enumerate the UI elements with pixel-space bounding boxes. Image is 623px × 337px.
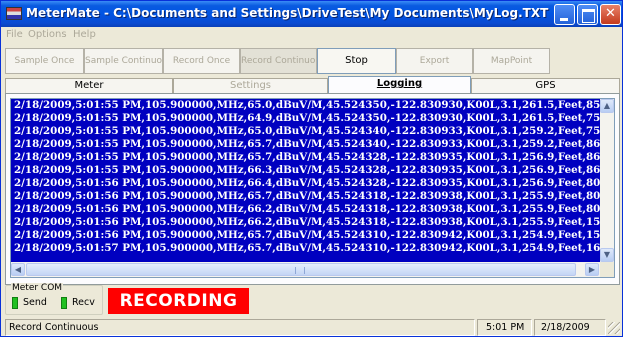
scroll-down-icon[interactable]: ▼ bbox=[600, 248, 614, 262]
status-date: 2/18/2009 bbox=[534, 319, 606, 336]
tab-settings[interactable]: Settings bbox=[173, 78, 328, 94]
record-continuous-button[interactable]: Record Continuous bbox=[240, 48, 317, 74]
log-line: 2/18/2009,5:01:56 PM,105.900000,MHz,66.2… bbox=[14, 216, 600, 228]
maximize-button[interactable] bbox=[577, 4, 598, 25]
log-line: 2/18/2009,5:01:56 PM,105.900000,MHz,66.2… bbox=[14, 203, 600, 215]
log-text-area[interactable]: 2/18/2009,5:01:55 PM,105.900000,MHz,65.0… bbox=[11, 99, 600, 262]
log-line: 2/18/2009,5:01:56 PM,105.900000,MHz,65.7… bbox=[14, 190, 600, 202]
status-bar: Record Continuous 5:01 PM 2/18/2009 bbox=[1, 317, 622, 336]
horizontal-scroll-thumb[interactable] bbox=[26, 263, 576, 276]
log-line: 2/18/2009,5:01:56 PM,105.900000,MHz,66.4… bbox=[14, 177, 600, 189]
recording-indicator: RECORDING bbox=[108, 288, 249, 314]
menu-bar: File Options Help bbox=[1, 27, 622, 44]
status-mode: Record Continuous bbox=[5, 319, 475, 336]
log-line: 2/18/2009,5:01:55 PM,105.900000,MHz,65.0… bbox=[14, 125, 600, 137]
status-time: 5:01 PM bbox=[477, 319, 532, 336]
log-line: 2/18/2009,5:01:55 PM,105.900000,MHz,65.7… bbox=[14, 151, 600, 163]
tab-gps[interactable]: GPS bbox=[471, 78, 620, 94]
menu-help[interactable]: Help bbox=[73, 29, 96, 40]
send-label: Send bbox=[23, 297, 47, 308]
grip-icon bbox=[295, 267, 305, 274]
window-title: MeterMate - C:\Documents and Settings\Dr… bbox=[26, 6, 549, 20]
sample-continuous-button[interactable]: Sample Continuous bbox=[84, 48, 163, 74]
scroll-corner bbox=[600, 262, 614, 277]
title-bar[interactable]: MeterMate - C:\Documents and Settings\Dr… bbox=[1, 1, 622, 27]
scroll-left-icon[interactable]: ◀ bbox=[11, 263, 25, 276]
close-button[interactable]: ✕ bbox=[600, 4, 621, 25]
scroll-up-icon[interactable]: ▲ bbox=[600, 99, 614, 113]
tab-strip: Meter Settings Logging GPS bbox=[5, 76, 620, 95]
sample-once-button[interactable]: Sample Once bbox=[5, 48, 84, 74]
toolbar: Sample Once Sample Continuous Record Onc… bbox=[1, 48, 622, 74]
meter-com-legend: Meter COM bbox=[11, 283, 64, 293]
log-line: 2/18/2009,5:01:57 PM,105.900000,MHz,65.7… bbox=[14, 242, 600, 254]
menu-options[interactable]: Options bbox=[28, 29, 67, 40]
log-textbox[interactable]: 2/18/2009,5:01:55 PM,105.900000,MHz,65.0… bbox=[10, 98, 615, 278]
logging-panel: 2/18/2009,5:01:55 PM,105.900000,MHz,65.0… bbox=[5, 93, 620, 285]
scroll-right-icon[interactable]: ▶ bbox=[585, 263, 599, 276]
log-line: 2/18/2009,5:01:55 PM,105.900000,MHz,65.7… bbox=[14, 138, 600, 150]
vertical-scrollbar[interactable]: ▲ ▼ bbox=[600, 99, 614, 262]
tab-meter[interactable]: Meter bbox=[5, 78, 173, 94]
stop-button[interactable]: Stop bbox=[317, 48, 396, 74]
minimize-button[interactable] bbox=[554, 4, 575, 25]
send-led-icon bbox=[12, 297, 18, 309]
log-line: 2/18/2009,5:01:55 PM,105.900000,MHz,65.0… bbox=[14, 99, 600, 111]
resize-grip-icon[interactable] bbox=[608, 322, 620, 334]
log-line: 2/18/2009,5:01:56 PM,105.900000,MHz,65.7… bbox=[14, 229, 600, 241]
recv-label: Recv bbox=[72, 297, 95, 308]
record-once-button[interactable]: Record Once bbox=[163, 48, 240, 74]
app-window: MeterMate - C:\Documents and Settings\Dr… bbox=[0, 0, 623, 337]
app-icon[interactable] bbox=[6, 7, 22, 20]
menu-file[interactable]: File bbox=[6, 29, 23, 40]
export-button[interactable]: Export bbox=[396, 48, 473, 74]
log-line: 2/18/2009,5:01:55 PM,105.900000,MHz,66.3… bbox=[14, 164, 600, 176]
log-line: 2/18/2009,5:01:55 PM,105.900000,MHz,64.9… bbox=[14, 112, 600, 124]
horizontal-scrollbar[interactable]: ◀ ▶ bbox=[11, 262, 600, 277]
mappoint-button[interactable]: MapPoint bbox=[473, 48, 550, 74]
meter-com-group: Meter COM Send Recv bbox=[5, 283, 103, 315]
recv-led-icon bbox=[61, 297, 67, 309]
